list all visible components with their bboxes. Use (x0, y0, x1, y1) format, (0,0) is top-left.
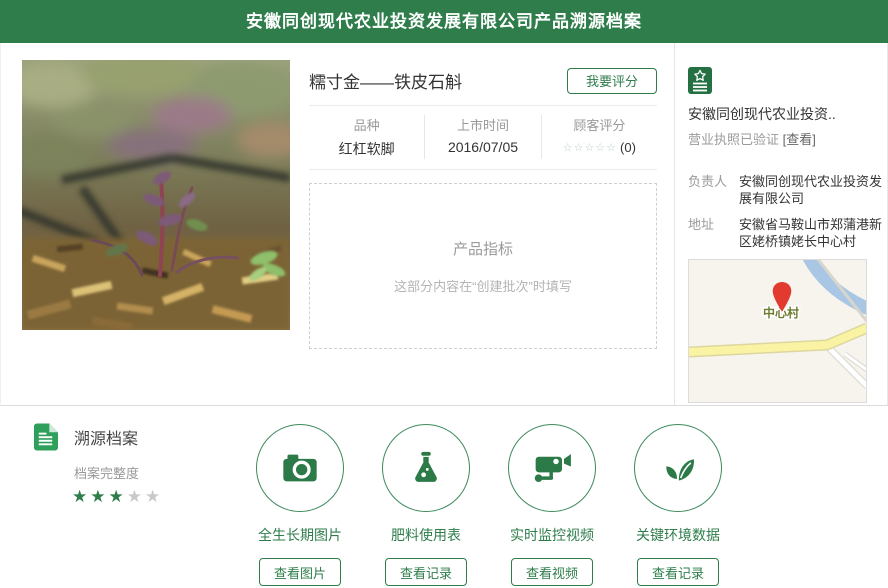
feature-label-growth-photos: 全生长期图片 (258, 525, 342, 545)
address-row: 地址 安徽省马鞍山市郑蒲港新区姥桥镇姥长中心村 (688, 216, 887, 250)
manager-label: 负责人 (688, 173, 730, 207)
feature-label-environment: 关键环境数据 (636, 525, 720, 545)
location-map[interactable]: 中心村 (688, 259, 867, 403)
license-view-link[interactable]: [查看] (783, 132, 816, 147)
feature-fertilizer-record: 肥料使用表 查看记录 (363, 424, 489, 586)
variety-value: 红杠软脚 (309, 139, 424, 159)
view-video-button[interactable]: 查看视频 (511, 558, 593, 586)
feature-live-video: 实时监控视频 查看视频 (489, 424, 615, 586)
archive-summary: 溯源档案 档案完整度 ★★★★★ (33, 423, 163, 507)
launch-date-label: 上市时间 (425, 115, 540, 134)
cctv-icon (508, 424, 596, 512)
product-title: 糯寸金——铁皮石斛 (309, 68, 462, 93)
customer-rating-count: (0) (620, 140, 636, 155)
manager-row: 负责人 安徽同创现代农业投资发展有限公司 (688, 173, 887, 207)
placeholder-note: 这部分内容在“创建批次”时填写 (394, 276, 572, 295)
map-image: 中心村 (689, 260, 866, 402)
customer-rating-label: 顾客评分 (542, 115, 657, 134)
rate-button[interactable]: 我要评分 (567, 68, 657, 94)
info-col-variety: 品种 红杠软脚 (309, 115, 424, 159)
view-fertilizer-button[interactable]: 查看记录 (385, 558, 467, 586)
manager-value: 安徽同创现代农业投资发展有限公司 (739, 173, 887, 207)
variety-label: 品种 (309, 115, 424, 134)
address-label: 地址 (688, 216, 730, 250)
feature-label-fertilizer: 肥料使用表 (391, 525, 461, 545)
product-card: 糯寸金——铁皮石斛 我要评分 品种 红杠软脚 上市时间 2016/07/05 顾… (0, 43, 888, 406)
view-photos-button[interactable]: 查看图片 (259, 558, 341, 586)
company-name: 安徽同创现代农业投资.. (688, 104, 887, 124)
leaf-icon (634, 424, 722, 512)
placeholder-title: 产品指标 (453, 238, 513, 259)
feature-list: 全生长期图片 查看图片 肥料使用表 查看记录 (237, 424, 741, 586)
feature-label-video: 实时监控视频 (510, 525, 594, 545)
completeness-stars: ★★★★★ (72, 487, 163, 507)
product-info-row: 品种 红杠软脚 上市时间 2016/07/05 顾客评分 ☆☆☆☆☆(0) (309, 105, 657, 170)
info-col-launch-date: 上市时间 2016/07/05 (424, 115, 540, 159)
view-environment-button[interactable]: 查看记录 (637, 558, 719, 586)
traceability-section: 溯源档案 档案完整度 ★★★★★ 全生长期图片 查看图片 (0, 406, 888, 588)
product-photo (22, 60, 290, 330)
launch-date-value: 2016/07/05 (425, 139, 540, 155)
feature-environment-data: 关键环境数据 查看记录 (615, 424, 741, 586)
product-main-column: 糯寸金——铁皮石斛 我要评分 品种 红杠软脚 上市时间 2016/07/05 顾… (309, 43, 657, 405)
product-indicators-placeholder: 产品指标 这部分内容在“创建批次”时填写 (309, 183, 657, 349)
license-status: 营业执照已验证 (688, 132, 779, 147)
seedlings-photo-art (22, 60, 290, 330)
flask-icon (382, 424, 470, 512)
customer-rating-stars-icon: ☆☆☆☆☆ (563, 142, 617, 154)
completeness-label: 档案完整度 (74, 463, 163, 482)
archive-title: 溯源档案 (74, 425, 138, 449)
feature-growth-photos: 全生长期图片 查看图片 (237, 424, 363, 586)
page-title: 安徽同创现代农业投资发展有限公司产品溯源档案 (246, 12, 642, 31)
page-header: 安徽同创现代农业投资发展有限公司产品溯源档案 (0, 0, 888, 43)
archive-document-icon (33, 423, 58, 451)
business-license-icon (688, 67, 712, 94)
camera-icon (256, 424, 344, 512)
company-sidebar: 安徽同创现代农业投资.. 营业执照已验证 [查看] 负责人 安徽同创现代农业投资… (674, 43, 888, 405)
stars-empty-icon: ★★ (127, 487, 163, 506)
stars-filled-icon: ★★★ (72, 487, 127, 506)
address-value: 安徽省马鞍山市郑蒲港新区姥桥镇姥长中心村 (739, 216, 887, 250)
info-col-customer-rating: 顾客评分 ☆☆☆☆☆(0) (541, 115, 657, 159)
